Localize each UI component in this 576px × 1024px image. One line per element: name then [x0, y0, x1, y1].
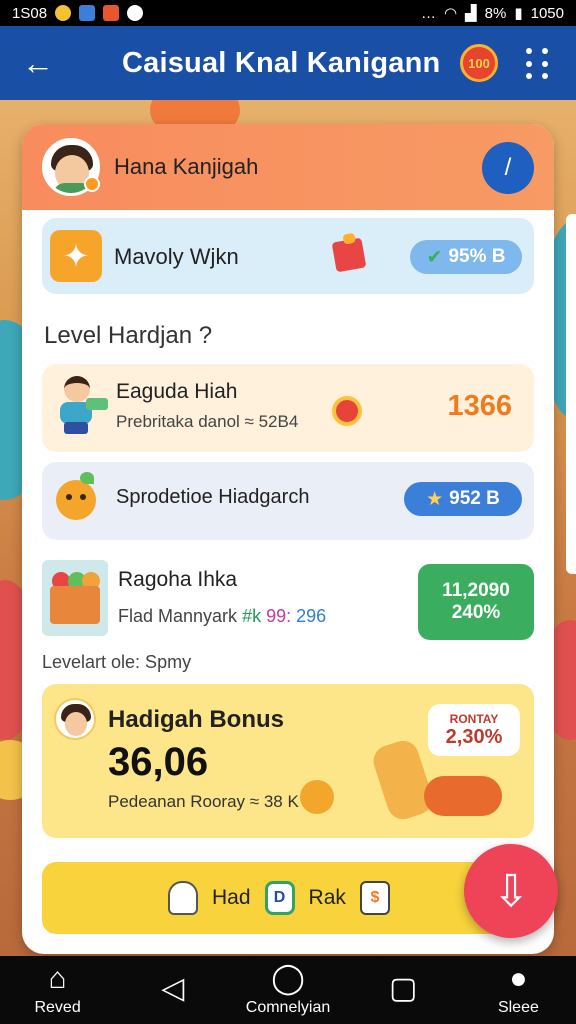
nav-label-profile: Sleee	[497, 999, 539, 1016]
circle-icon: ◯	[271, 962, 305, 995]
nav-label-center: Comnelyian	[245, 999, 331, 1016]
child-money-icon	[52, 376, 108, 436]
featured-pill-label: 95% B	[448, 246, 506, 267]
stats-line-1: 11,2090	[442, 580, 510, 602]
nav-item-profile[interactable]: ● Sleee	[461, 956, 576, 1024]
app-bar: ← Caisual Knal Kanigann 100	[0, 26, 576, 100]
battery-level: 8%	[484, 4, 507, 22]
list-item[interactable]: Eaguda Hiah Prebritaka danol ≈ 52B4 1366	[42, 364, 534, 452]
croissant-icon	[424, 776, 502, 816]
bonus-amount: 36,06	[108, 740, 209, 784]
cat-mascot-icon	[56, 472, 96, 520]
bonus-title: Hadigah Bonus	[108, 706, 285, 733]
item-subtitle: Prebritaka danol ≈ 52B4	[116, 412, 299, 431]
d-badge-icon[interactable]: D	[264, 881, 295, 915]
status-time: 1S08	[12, 4, 48, 22]
action-label-had[interactable]: Had	[212, 886, 251, 910]
profile-header: Hana Kanjigah /	[22, 124, 554, 210]
sync-notification-icon	[127, 5, 144, 21]
status-clock: 1050	[530, 4, 564, 22]
home-icon: ⌂	[48, 962, 67, 995]
fruit-basket-icon	[42, 560, 108, 636]
more-options-icon[interactable]	[526, 48, 550, 80]
main-card: Hana Kanjigah / ✦ Mavoly Wjkn ✔ 95% B Le…	[22, 124, 554, 954]
bread-icon	[369, 736, 437, 824]
side-panel-edge	[566, 214, 576, 574]
item-value: 1366	[447, 390, 512, 422]
level-note: Levelart ole: Spmy	[42, 652, 192, 672]
bonus-subtitle: Pedeanan Rooray ≈ 38 K	[108, 792, 299, 811]
bonus-avatar	[54, 698, 96, 740]
back-arrow-icon[interactable]: ←	[16, 41, 60, 85]
avatar-status-dot	[84, 176, 100, 192]
featured-pill[interactable]: ✔ 95% B	[410, 240, 522, 274]
user-name: Hana Kanjigah	[114, 154, 259, 179]
section-title: Level Hardjan ?	[44, 322, 213, 349]
status-bar: 1S08 … ◠ ▟ 8% ▮ 1050	[0, 0, 576, 26]
nav-label-home: Reved	[34, 999, 81, 1016]
app-notification-icon	[79, 5, 96, 21]
more-notifications-icon: …	[421, 4, 437, 22]
nav-item-home[interactable]: ⌂ Reved	[0, 956, 115, 1024]
ghost-icon[interactable]	[168, 881, 198, 915]
coin-notification-icon	[55, 5, 72, 21]
item-name: Ragoha Ihka	[118, 568, 238, 591]
bottom-nav: ⌂ Reved ◁ ◯ Comnelyian ▢ ● Sleee	[0, 956, 576, 1024]
stats-line-2: 240%	[451, 602, 501, 623]
list-item[interactable]: Sprodetioe Hiadgarch ★ 952 B	[42, 462, 534, 540]
signal-icon: ▟	[465, 5, 477, 22]
action-label-rak[interactable]: Rak	[309, 886, 346, 910]
page-title: Caisual Knal Kanigann	[122, 46, 441, 79]
item-name: Eaguda Hiah	[116, 380, 238, 403]
featured-row[interactable]: ✦ Mavoly Wjkn ✔ 95% B	[42, 218, 534, 294]
wifi-icon: ◠	[444, 5, 458, 22]
list-item[interactable]: Ragoha Ihka Flad Mannyark #k 99: 296 11,…	[42, 556, 534, 648]
nav-item-back[interactable]: ◁	[115, 956, 230, 1024]
action-bar: Had D Rak $	[42, 862, 512, 934]
nav-item-recents[interactable]: ▢	[346, 956, 461, 1024]
bonus-rate-bubble: RONTAY 2,30%	[428, 704, 520, 756]
image-notification-icon	[103, 5, 120, 21]
cat-mascot-icon	[300, 780, 334, 814]
star-small-icon: ★	[426, 488, 444, 510]
item-stats-box[interactable]: 11,2090 240%	[418, 564, 534, 640]
bubble-value: 2,30%	[445, 725, 503, 748]
reward-badge-button[interactable]: 100	[460, 44, 498, 82]
item-pill[interactable]: ★ 952 B	[404, 482, 522, 516]
person-icon: ●	[509, 962, 528, 995]
nav-item-center[interactable]: ◯ Comnelyian	[230, 956, 345, 1024]
coin-icon	[332, 396, 362, 426]
featured-title: Mavoly Wjkn	[114, 244, 239, 269]
battery-icon: ▮	[514, 5, 523, 22]
bonus-card[interactable]: Hadigah Bonus 36,06 Pedeanan Rooray ≈ 38…	[42, 684, 534, 838]
triangle-back-icon: ◁	[161, 972, 185, 1005]
download-fab-icon[interactable]: ⇩	[464, 844, 558, 938]
item-subtitle: Flad Mannyark #k 99: 296	[118, 606, 327, 626]
check-icon: ✔	[426, 246, 443, 268]
square-icon: ▢	[389, 972, 418, 1005]
item-name: Sprodetioe Hiadgarch	[116, 486, 310, 508]
star-icon: ✦	[50, 230, 102, 282]
gift-icon	[331, 237, 367, 273]
item-pill-label: 952 B	[449, 488, 500, 509]
bubble-label: RONTAY	[449, 711, 499, 726]
chat-dollar-icon[interactable]: $	[359, 881, 390, 915]
edit-pencil-icon[interactable]: /	[482, 142, 534, 194]
